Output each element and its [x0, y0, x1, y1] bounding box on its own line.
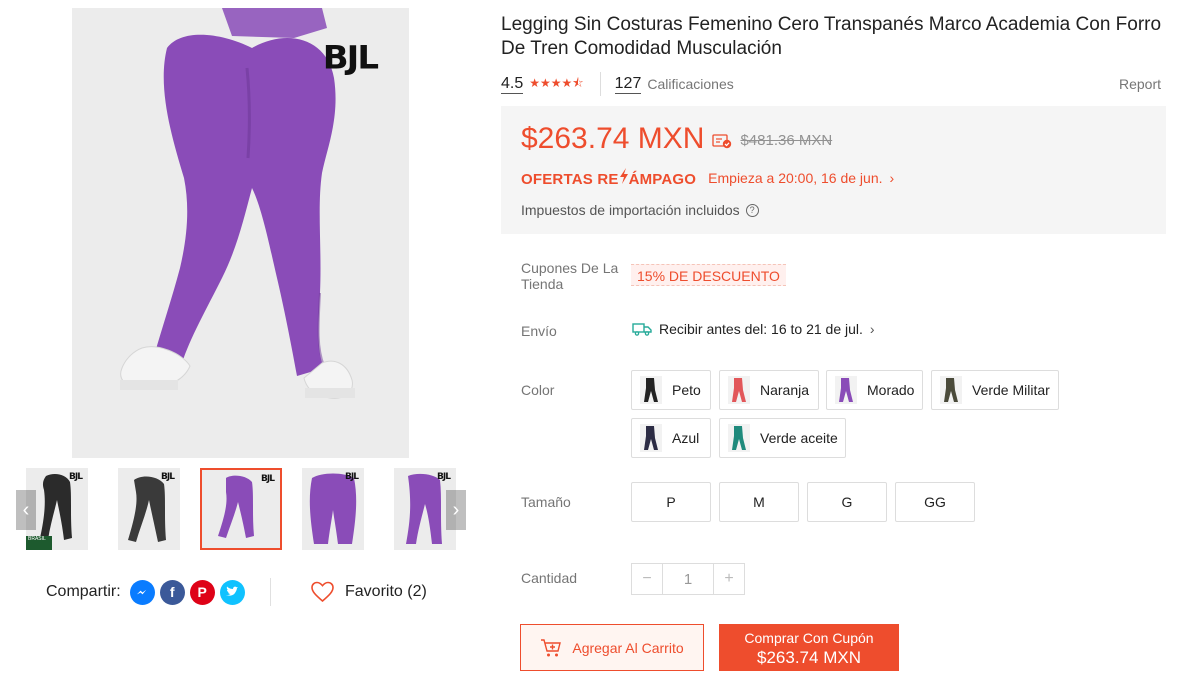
thumbnail-logo: BJL: [437, 472, 451, 482]
shipping-text: Recibir antes del: 16 to 21 de jul.: [659, 321, 863, 337]
voucher-icon[interactable]: [712, 133, 732, 149]
color-option-peto[interactable]: Peto: [631, 370, 711, 410]
size-option-p[interactable]: P: [631, 482, 711, 522]
heart-icon: [311, 581, 334, 603]
chevron-left-icon[interactable]: ‹: [16, 490, 36, 530]
color-option-azul[interactable]: Azul: [631, 418, 711, 458]
favorite-label: Favorito (2): [345, 583, 427, 600]
tax-note-row: Impuestos de importación incluidos ?: [521, 202, 759, 218]
thumbnail-logo: BJL: [69, 472, 83, 482]
color-option-label: Naranja: [760, 382, 810, 398]
add-to-cart-button[interactable]: Agregar Al Carrito: [520, 624, 704, 671]
quantity-input[interactable]: 1: [663, 563, 713, 595]
quantity-label: Cantidad: [521, 570, 578, 586]
rating-value[interactable]: 4.5: [501, 75, 524, 94]
color-option-verde-aceite[interactable]: Verde aceite: [719, 418, 846, 458]
price-section: $263.74 MXN $481.36 MXN OFERTAS RE ÁMPAGO…: [501, 106, 1166, 234]
swatch-image: [728, 424, 750, 452]
color-option-label: Verde Militar: [972, 382, 1050, 398]
truck-icon: [632, 323, 652, 336]
color-option-label: Verde aceite: [760, 430, 838, 446]
ratings-count[interactable]: 127: [614, 75, 642, 94]
main-product-image[interactable]: BJL: [72, 8, 409, 458]
share-divider: [270, 578, 271, 606]
swatch-image: [940, 376, 962, 404]
rating-row: 4.5 ★★★★⯪ 127 Calificaciones Report: [501, 72, 1161, 96]
flash-sale-row[interactable]: OFERTAS RE ÁMPAGO Empieza a 20:00, 16 de …: [521, 168, 894, 188]
size-option-m[interactable]: M: [719, 482, 799, 522]
color-option-verde-militar[interactable]: Verde Militar: [931, 370, 1059, 410]
color-label: Color: [521, 382, 555, 398]
flash-logo-text-b: ÁMPAGO: [628, 171, 697, 188]
thumbnail-4[interactable]: BJL: [302, 468, 364, 550]
thumbnail-strip: BJL BRASIL BJL BJL BJL BJL: [16, 466, 466, 552]
coupons-label: Cupones De La Tienda: [521, 260, 619, 292]
color-option-label: Azul: [672, 430, 700, 446]
ratings-label: Calificaciones: [647, 76, 734, 92]
help-icon[interactable]: ?: [745, 203, 759, 217]
rating-divider: [599, 72, 601, 96]
flash-sale-logo: OFERTAS RE ÁMPAGO: [521, 168, 696, 188]
messenger-icon[interactable]: [129, 579, 155, 605]
color-option-label: Peto: [672, 382, 701, 398]
color-option-morado[interactable]: Morado: [826, 370, 923, 410]
flash-logo-text-a: OFERTAS RE: [521, 171, 619, 188]
chevron-right-icon: ›: [889, 170, 895, 186]
product-title: Legging Sin Costuras Femenino Cero Trans…: [501, 14, 1162, 59]
swatch-image: [728, 376, 750, 404]
facebook-icon[interactable]: f: [159, 579, 185, 605]
brasil-badge: BRASIL: [26, 536, 52, 550]
add-to-cart-label: Agregar Al Carrito: [572, 639, 684, 656]
size-label: Tamaño: [521, 494, 571, 510]
color-option-naranja[interactable]: Naranja: [719, 370, 819, 410]
thumbnail-logo: BJL: [345, 472, 359, 482]
buy-with-coupon-button[interactable]: Comprar Con Cupón $263.74 MXN: [719, 624, 899, 671]
tax-note: Impuestos de importación incluidos: [521, 202, 740, 218]
swatch-image: [640, 424, 662, 452]
thumbnail-2[interactable]: BJL: [118, 468, 180, 550]
thumbnail-3-active[interactable]: BJL: [200, 468, 282, 550]
quantity-stepper: − 1 +: [631, 563, 745, 595]
share-label: Compartir:: [46, 583, 121, 600]
coupon-tag[interactable]: 15% DE DESCUENTO: [631, 264, 786, 286]
chevron-right-icon[interactable]: ›: [446, 490, 466, 530]
size-option-gg[interactable]: GG: [895, 482, 975, 522]
swatch-image: [835, 376, 857, 404]
cart-icon: [541, 638, 562, 656]
brand-logo: BJL: [322, 39, 379, 77]
quantity-increase-button[interactable]: +: [713, 563, 745, 595]
shipping-estimate[interactable]: Recibir antes del: 16 to 21 de jul. ›: [632, 321, 875, 337]
color-option-label: Morado: [867, 382, 915, 398]
buy-button-price: $263.74 MXN: [757, 648, 861, 667]
flash-sale-start: Empieza a 20:00, 16 de jun.: [708, 170, 883, 186]
chevron-right-icon: ›: [869, 321, 875, 337]
report-link[interactable]: Report: [1119, 76, 1161, 92]
price-row: $263.74 MXN $481.36 MXN: [521, 122, 832, 156]
quantity-decrease-button[interactable]: −: [631, 563, 663, 595]
twitter-icon[interactable]: [219, 579, 245, 605]
share-row: Compartir: f P: [46, 576, 245, 608]
shipping-label: Envío: [521, 323, 557, 339]
favorite-button[interactable]: Favorito (2): [310, 578, 427, 606]
rating-stars-icon: ★★★★⯪: [529, 75, 584, 90]
lightning-icon: [619, 168, 628, 184]
size-option-g[interactable]: G: [807, 482, 887, 522]
buy-button-label: Comprar Con Cupón: [744, 630, 874, 646]
pinterest-icon[interactable]: P: [189, 579, 215, 605]
original-price: $481.36 MXN: [740, 132, 833, 149]
thumbnail-logo: BJL: [261, 474, 275, 484]
thumbnail-logo: BJL: [161, 472, 175, 482]
current-price: $263.74 MXN: [521, 122, 705, 155]
swatch-image: [640, 376, 662, 404]
